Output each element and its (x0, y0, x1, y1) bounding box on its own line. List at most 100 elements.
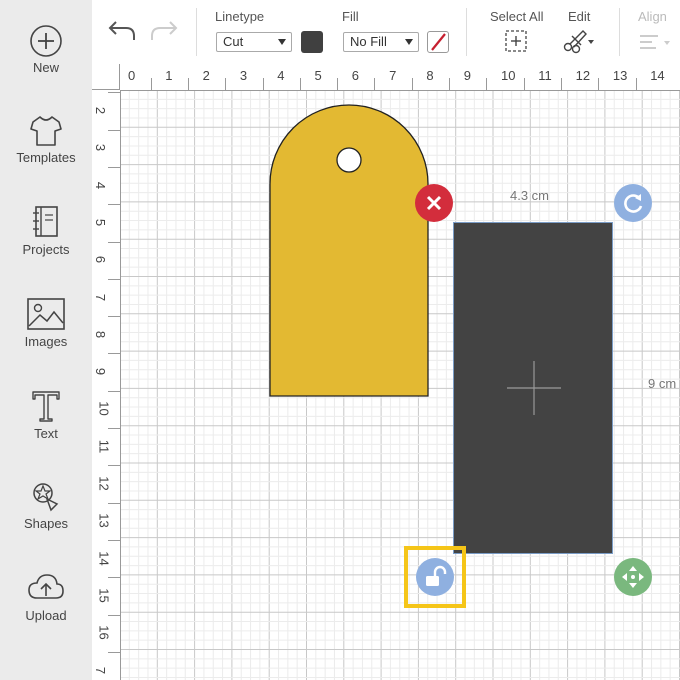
selected-rectangle[interactable] (453, 222, 613, 554)
fill-select[interactable]: No Fill (343, 32, 419, 52)
fill-value: No Fill (350, 34, 387, 49)
ruler-tick-label: 12 (96, 476, 112, 491)
ruler-tick (108, 278, 120, 280)
edit-scissors-icon (563, 30, 594, 54)
linetype-select[interactable]: Cut (216, 32, 292, 52)
fill-label: Fill (342, 9, 359, 24)
proportion-lock-handle[interactable] (416, 558, 454, 596)
ruler-tick-label: 2 (93, 106, 109, 115)
linetype-value: Cut (223, 34, 244, 49)
resize-handle[interactable] (614, 558, 652, 596)
ruler-horizontal: 0 1 2 3 4 5 6 7 8 9 10 11 12 13 14 (92, 64, 680, 91)
sidebar-item-projects[interactable]: Projects (0, 204, 92, 257)
undo-button[interactable] (106, 18, 138, 44)
ruler-tick (598, 78, 600, 90)
ruler-tick (108, 316, 120, 318)
shapes-icon (33, 483, 59, 512)
ruler-vertical: 2 3 4 5 6 7 8 9 10 11 12 13 14 15 16 7 (92, 90, 121, 680)
ruler-tick (150, 78, 152, 90)
edit-label: Edit (568, 9, 591, 24)
delete-handle[interactable] (415, 184, 453, 222)
image-icon (27, 298, 65, 330)
ruler-tick (262, 78, 264, 90)
ruler-tick-label: 2 (202, 68, 210, 83)
select-all-button[interactable] (504, 29, 528, 53)
ruler-tick (108, 502, 120, 504)
ruler-tick (411, 78, 413, 90)
sidebar-item-label: Shapes (23, 516, 69, 531)
width-dimension-label: 4.3 cm (510, 188, 550, 203)
chevron-down-icon (278, 39, 286, 45)
rotate-handle[interactable] (614, 184, 652, 222)
undo-icon (108, 21, 135, 40)
ruler-tick-label: 10 (501, 68, 516, 83)
ruler-tick (187, 78, 189, 90)
ruler-tick (337, 78, 339, 90)
ruler-tick (108, 577, 120, 579)
ruler-tick-label: 13 (612, 68, 628, 83)
fill-color-swatch[interactable] (427, 31, 449, 53)
ruler-tick-label: 14 (96, 550, 112, 566)
sidebar-item-new[interactable]: New (0, 24, 92, 75)
select-all-label: Select All (490, 9, 544, 24)
ruler-tick (560, 78, 562, 90)
ruler-tick (374, 78, 376, 90)
linetype-color-swatch[interactable] (301, 31, 323, 53)
center-crosshair-icon (507, 361, 561, 415)
ruler-tick (108, 465, 120, 467)
ruler-tick-label: 7 (93, 666, 109, 674)
ruler-tick-label: 3 (239, 68, 248, 83)
notebook-icon (33, 206, 58, 237)
redo-button[interactable] (148, 18, 180, 44)
sidebar-item-text[interactable]: Text (0, 388, 92, 441)
ruler-tick (108, 390, 120, 392)
ruler-tick (108, 651, 120, 653)
edit-button[interactable] (561, 28, 597, 54)
ruler-tick (108, 241, 120, 243)
move-arrows-icon (622, 566, 644, 588)
no-fill-slash-icon (431, 33, 446, 51)
align-label: Align (638, 9, 667, 24)
ruler-tick-label: 7 (389, 68, 397, 83)
toolbar-divider (466, 8, 467, 56)
ruler-tick (108, 353, 120, 355)
ruler-tick-label: 11 (96, 439, 112, 453)
ruler-tick-label: 11 (538, 68, 552, 83)
ruler-tick (299, 78, 301, 90)
ruler-tick-label: 4 (93, 181, 109, 189)
sidebar-item-label: Text (34, 426, 58, 441)
ruler-tick (486, 78, 488, 90)
ruler-tick (108, 614, 120, 616)
plus-circle-icon (30, 25, 62, 57)
ruler-tick (108, 129, 120, 131)
sidebar-item-shapes[interactable]: Shapes (0, 478, 92, 531)
toolbar-divider (619, 8, 620, 56)
ruler-tick-label: 5 (314, 68, 322, 83)
ruler-tick-label: 15 (96, 588, 112, 603)
rotate-icon (624, 194, 643, 213)
height-dimension-label: 9 cm (648, 376, 677, 391)
align-icon (640, 35, 670, 49)
unlock-icon (426, 565, 447, 586)
sidebar-item-templates[interactable]: Templates (0, 114, 92, 165)
ruler-tick-label: 6 (93, 256, 109, 264)
ruler-tick-label: 4 (277, 68, 285, 83)
ruler-tick (523, 78, 525, 90)
sidebar-item-upload[interactable]: Upload (0, 570, 92, 623)
sidebar-item-images[interactable]: Images (0, 296, 92, 349)
ruler-tick-label: 1 (165, 68, 173, 83)
design-canvas[interactable]: 4.3 cm 9 cm 0 1 2 3 4 5 6 7 8 9 10 11 12 13 14 (92, 64, 680, 680)
left-sidebar: New Templates Projects Images Text Shape… (0, 0, 92, 680)
ruler-tick-label: 6 (351, 68, 360, 83)
cloud-upload-icon (28, 574, 64, 599)
text-t-icon (32, 391, 60, 422)
top-toolbar: Linetype Cut Fill No Fill Select All Edi… (92, 0, 680, 65)
ruler-tick-label: 9 (463, 68, 471, 83)
ruler-tick (108, 166, 120, 168)
align-button[interactable] (638, 32, 678, 54)
ruler-tick (108, 204, 120, 206)
ruler-tick (225, 78, 227, 90)
ruler-tick-label: 8 (426, 68, 434, 83)
ruler-tick-label: 0 (128, 68, 136, 83)
ruler-tick-label: 7 (93, 293, 109, 301)
